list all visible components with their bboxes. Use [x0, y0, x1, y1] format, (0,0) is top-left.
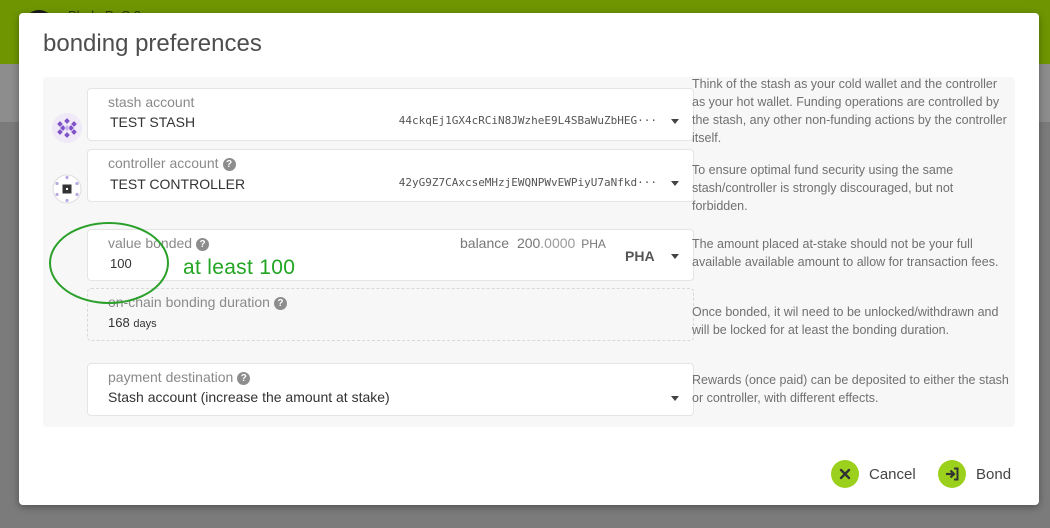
payment-destination-select[interactable]: payment destination? Stash account (incr… [87, 363, 694, 416]
stash-account-address: 44ckqEj1GX4cRCiN8JWzheE9L4SBaWuZbHEG··· [398, 114, 657, 127]
balance-unit: PHA [581, 237, 606, 251]
help-icon[interactable]: ? [237, 372, 251, 385]
stash-account-select[interactable]: stash account TEST STASH 44ckqEj1GX4cRCi… [87, 88, 694, 141]
controller-account-address: 42yG9Z7CAxcseMHzjEWQNPWvEWPiyU7aNfkd··· [398, 176, 657, 189]
payment-destination-label: payment destination? [108, 369, 251, 385]
help-icon[interactable]: ? [222, 158, 236, 171]
controller-account-label: controller account? [108, 155, 236, 171]
help-text-security: To ensure optimal fund security using th… [692, 163, 954, 213]
controller-account-name: TEST CONTROLLER [110, 176, 246, 192]
value-bonded-field: value bonded? 100 balance 200.0000 PHA P… [87, 229, 694, 281]
bonding-modal: bonding preferences stash account TEST S… [19, 13, 1039, 505]
help-icon[interactable]: ? [273, 297, 287, 310]
help-text-rewards: Rewards (once paid) can be deposited to … [692, 373, 1009, 405]
chevron-down-icon[interactable] [671, 254, 679, 259]
modal-title: bonding preferences [43, 30, 262, 57]
help-text-stash-controller: Think of the stash as your cold wallet a… [692, 77, 1007, 145]
bonding-duration-value: 168 days [108, 315, 157, 330]
help-icon[interactable]: ? [196, 238, 210, 251]
bonding-duration-unit: days [133, 318, 157, 330]
bonding-duration-field: on-chain bonding duration? 168 days [87, 288, 694, 341]
sign-in-icon [938, 460, 966, 488]
bond-button-label: Bond [976, 465, 1012, 483]
bond-button[interactable]: Bond [938, 459, 1011, 489]
close-icon [831, 460, 859, 488]
bonding-duration-number: 168 [108, 315, 130, 330]
controller-account-select[interactable]: controller account? TEST CONTROLLER 42yG… [87, 149, 694, 202]
payment-destination-value: Stash account (increase the amount at st… [108, 389, 390, 405]
help-text-unlock: Once bonded, it wil need to be unlocked/… [692, 305, 999, 337]
chevron-down-icon[interactable] [671, 396, 679, 401]
help-text-amount: The amount placed at-stake should not be… [692, 237, 999, 269]
stash-identicon-icon [52, 113, 82, 143]
stash-account-name: TEST STASH [110, 114, 196, 130]
controller-account-label-text: controller account [108, 155, 219, 171]
annotation-text: at least 100 [183, 256, 296, 279]
balance-display: balance 200.0000 PHA [460, 235, 606, 251]
chevron-down-icon[interactable] [671, 119, 679, 124]
balance-decimals: .0000 [540, 235, 576, 251]
payment-destination-label-text: payment destination [108, 369, 234, 385]
annotation-circle [49, 222, 169, 304]
stash-account-label: stash account [108, 94, 195, 110]
balance-integer: 200 [516, 235, 541, 251]
controller-identicon-icon [52, 174, 82, 204]
cancel-button[interactable]: Cancel [831, 459, 916, 489]
balance-label: balance [460, 235, 510, 251]
unit-select[interactable]: PHA [625, 248, 655, 264]
chevron-down-icon[interactable] [671, 181, 679, 186]
cancel-button-label: Cancel [869, 465, 916, 483]
